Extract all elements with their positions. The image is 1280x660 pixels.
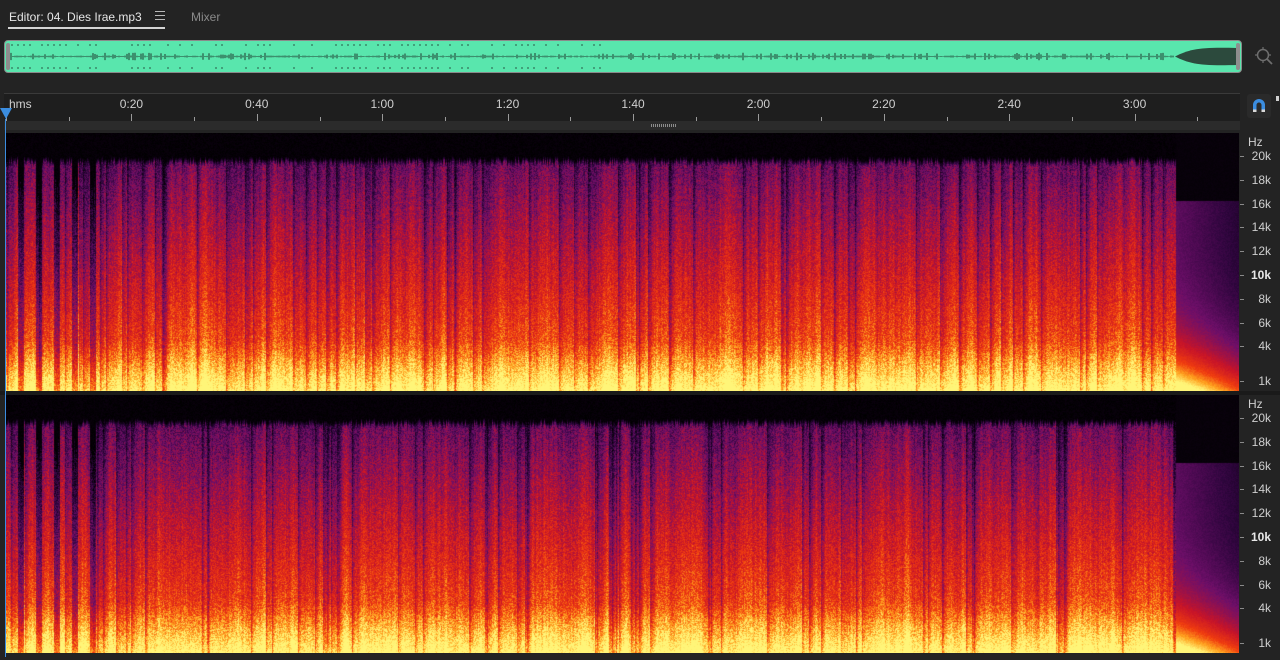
frequency-label: 10k [1250,530,1271,544]
frequency-label: 4k [1258,339,1271,354]
hamburger-menu-icon[interactable] [155,11,165,20]
ruler-time-label: 2:00 [746,97,771,111]
frequency-label: 12k [1251,506,1271,521]
frequency-label: 1k [1258,374,1271,388]
frequency-tick [1240,322,1244,324]
frequency-label: 20k [1251,411,1271,425]
ruler-tick [1134,114,1136,121]
frequency-label: 18k [1251,434,1271,449]
zoom-target-icon[interactable] [1254,46,1274,66]
ruler-tick [633,114,634,121]
frequency-tick [1240,584,1244,586]
time-ruler[interactable]: hms 0:20 0:40 1:00 1:20 1:40 2:00 2:20 2:40 3:00 [4,93,1240,121]
playhead-line [5,119,6,657]
frequency-unit-label: Hz [1248,135,1263,149]
frequency-axis-left: Hz 20k 18k 16k 14k 12k 10k 8k 6k 4k 1k [1240,133,1280,391]
frequency-tick [1240,537,1244,538]
overview-waveform-fadeout [1175,47,1237,66]
frequency-axis-right: Hz 20k 18k 16k 14k 12k 10k 8k 6k 4k 1k [1240,395,1280,653]
tab-bar: Editor: 04. Dies Irae.mp3 Mixer [0,0,1280,34]
tab-editor[interactable]: Editor: 04. Dies Irae.mp3 [9,9,142,27]
ruler-time-label: 1:40 [621,97,645,111]
frequency-tick [1240,275,1244,276]
frequency-label: 1k [1258,636,1271,650]
frequency-label: 16k [1251,458,1271,473]
spectrogram-left-channel[interactable] [6,133,1239,391]
magnet-snap-icon [1253,99,1265,112]
frequency-label: 4k [1258,601,1271,616]
ruler-tick [1009,114,1011,121]
playhead-marker[interactable] [0,108,12,119]
overview-waveform-trace [10,44,1237,69]
ruler-time-label: 2:20 [872,97,896,111]
frequency-label: 14k [1251,220,1271,235]
ruler-time-label: 1:20 [495,97,520,111]
frequency-tick [1240,465,1244,467]
frequency-tick [1240,489,1244,491]
frequency-label: 8k [1258,553,1271,568]
ruler-tick [883,114,885,121]
ruler-unit-label: hms [9,97,32,111]
frequency-tick [1240,156,1244,157]
frequency-label: 16k [1251,196,1271,211]
frequency-label: 12k [1251,244,1271,259]
frequency-tick [1240,560,1244,562]
frequency-tick [1240,381,1244,382]
ruler-tick [256,114,258,121]
ruler-time-label: 3:00 [1122,97,1147,111]
splitter-grip[interactable] [651,124,677,127]
overview-waveform[interactable] [4,40,1242,73]
frequency-tick [1240,227,1244,229]
snap-toggle-button[interactable] [1247,94,1271,118]
ruler-tick [131,114,133,121]
frequency-tick [1240,179,1244,181]
ruler-tick [507,114,509,121]
frequency-label: 10k [1250,268,1271,282]
ruler-time-label: 0:20 [119,97,144,111]
frequency-label: 18k [1251,172,1271,187]
frequency-label: 6k [1258,315,1271,330]
frequency-tick [1240,513,1244,515]
ruler-tick [382,114,384,121]
frequency-tick [1240,203,1244,205]
overview-waveform-path [10,52,1174,61]
frequency-tick [1240,251,1244,253]
spectrogram-right-channel[interactable] [6,395,1239,653]
ruler-time-label: 2:40 [997,97,1021,111]
frequency-label: 6k [1258,577,1271,592]
overview-right-handle[interactable] [1236,43,1240,70]
ruler-time-label: 0:40 [245,97,269,111]
ruler-time-label: 1:00 [370,97,394,111]
frequency-label: 14k [1251,482,1271,497]
frequency-tick [1240,643,1244,644]
panel-splitter[interactable] [4,121,1240,130]
frequency-tick [1240,608,1244,610]
frequency-tick [1240,441,1244,443]
tab-mixer[interactable]: Mixer [191,9,220,27]
frequency-tick [1240,298,1244,300]
ruler-tick [758,114,760,121]
ruler-end-marker [1276,96,1279,101]
frequency-unit-label: Hz [1248,397,1263,411]
frequency-label: 20k [1251,149,1271,163]
frequency-tick [1240,346,1244,348]
overview-left-handle[interactable] [6,43,10,70]
active-tab-indicator [8,27,165,29]
frequency-tick [1240,418,1244,419]
frequency-label: 8k [1258,291,1271,306]
